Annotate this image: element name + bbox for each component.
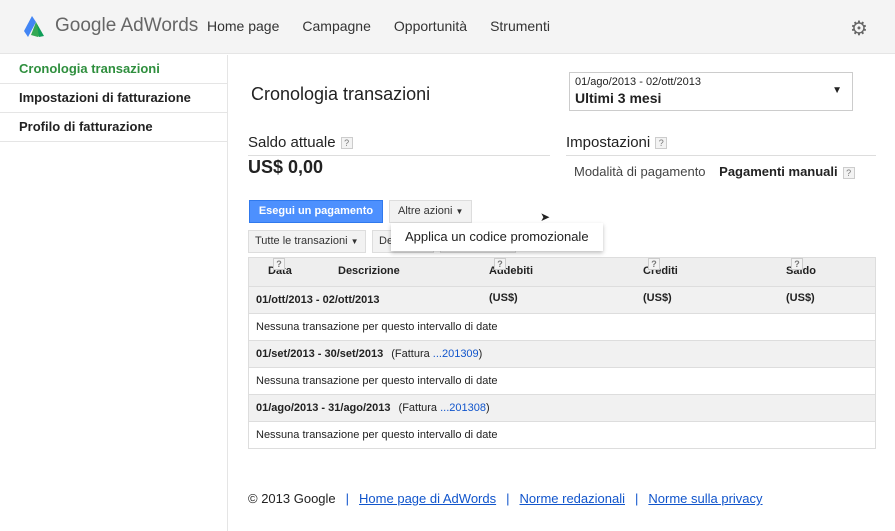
help-icon[interactable]: ? bbox=[340, 137, 353, 150]
transactions-filter[interactable]: Tutte le transazioni ▼ bbox=[248, 230, 366, 253]
separator: | bbox=[506, 491, 510, 506]
date-range-dates: 01/ago/2013 - 02/ott/2013 bbox=[575, 76, 701, 88]
logo-text: Google AdWords bbox=[55, 15, 199, 36]
group-range: 01/set/2013 - 30/set/2013 bbox=[256, 348, 384, 360]
date-range-select[interactable]: 01/ago/2013 - 02/ott/2013 Ultimi 3 mesi … bbox=[569, 72, 853, 111]
footer-link-privacy[interactable]: Norme sulla privacy bbox=[648, 491, 762, 506]
more-actions-button[interactable]: Altre azioni ▼ bbox=[389, 200, 473, 223]
sidebar-item-billing-settings[interactable]: Impostazioni di fatturazione bbox=[0, 84, 227, 113]
footer-link-policies[interactable]: Norme redazionali bbox=[520, 491, 626, 506]
nav-campaigns[interactable]: Campagne bbox=[302, 18, 371, 34]
chevron-down-icon: ▼ bbox=[455, 207, 464, 216]
page-title: Cronologia transazioni bbox=[251, 84, 431, 104]
sidebar-item-billing-profile[interactable]: Profilo di fatturazione bbox=[0, 113, 227, 142]
help-icon[interactable]: ? bbox=[842, 166, 855, 179]
group-row: 01/ago/2013 - 31/ago/2013 (Fattura ...201… bbox=[249, 394, 875, 421]
nav-tools[interactable]: Strumenti bbox=[490, 18, 550, 34]
invoice-prefix: (Fattura bbox=[391, 348, 433, 360]
settings-label: Impostazioni bbox=[566, 134, 651, 151]
table-row: Nessuna transazione per questo intervall… bbox=[249, 367, 875, 394]
separator: | bbox=[345, 491, 350, 506]
invoice-suffix: ) bbox=[485, 402, 490, 414]
group-row: 01/set/2013 - 30/set/2013 (Fattura ...201… bbox=[249, 340, 875, 367]
separator: | bbox=[635, 491, 639, 506]
transactions-table: Data? Descrizione Addebiti (US$)? Credit… bbox=[248, 257, 876, 449]
help-icon[interactable]: ? bbox=[648, 258, 660, 270]
footer: © 2013 Google | Home page di AdWords | Norme… bbox=[248, 491, 763, 506]
sidebar-item-history[interactable]: Cronologia transazioni bbox=[0, 55, 227, 84]
balance-value: US$ 0,00 bbox=[248, 157, 324, 177]
help-icon[interactable]: ? bbox=[494, 258, 506, 270]
chevron-down-icon: ▼ bbox=[350, 237, 359, 246]
logo[interactable]: Google AdWords bbox=[23, 14, 198, 38]
table-row: Nessuna transazione per questo intervall… bbox=[249, 313, 875, 340]
help-icon[interactable]: ? bbox=[655, 137, 668, 150]
invoice-prefix: (Fattura bbox=[398, 402, 441, 414]
invoice-suffix: ) bbox=[478, 348, 483, 360]
adwords-logo-icon bbox=[24, 16, 44, 37]
help-icon[interactable]: ? bbox=[273, 258, 285, 270]
nav-home[interactable]: Home page bbox=[207, 18, 279, 34]
group-row: 01/ott/2013 - 02/ott/2013 bbox=[249, 286, 875, 313]
payment-mode-label: Modalità di pagamento bbox=[574, 164, 706, 179]
nav-opportunities[interactable]: Opportunità bbox=[394, 18, 467, 34]
more-actions-label: Altre azioni bbox=[398, 205, 453, 217]
date-range-label: Ultimi 3 mesi bbox=[575, 90, 662, 106]
table-row: Nessuna transazione per questo intervall… bbox=[249, 421, 875, 448]
invoice-link[interactable]: ...201309 bbox=[433, 348, 479, 360]
filter-label: Tutte le transazioni bbox=[255, 235, 348, 247]
group-range: 01/ott/2013 - 02/ott/2013 bbox=[256, 294, 380, 306]
top-bar: Google AdWords Home page Campagne Opport… bbox=[0, 0, 895, 54]
make-payment-button[interactable]: Esegui un pagamento bbox=[249, 200, 383, 223]
col-description: Descrizione bbox=[338, 265, 400, 277]
table-header: Data? Descrizione Addebiti (US$)? Credit… bbox=[249, 258, 875, 304]
copyright: © 2013 Google bbox=[248, 491, 336, 506]
more-actions-menu: Applica un codice promozionale bbox=[391, 223, 603, 251]
gear-icon[interactable]: ⚙ bbox=[850, 16, 868, 41]
menu-item-apply-promo[interactable]: Applica un codice promozionale bbox=[405, 223, 603, 250]
sidebar: Cronologia transazioni Impostazioni di f… bbox=[0, 55, 228, 531]
payment-mode-value: Pagamenti manuali bbox=[719, 164, 838, 179]
chevron-down-icon: ▼ bbox=[832, 85, 842, 96]
help-icon[interactable]: ? bbox=[791, 258, 803, 270]
footer-link-home[interactable]: Home page di AdWords bbox=[359, 491, 496, 506]
group-range: 01/ago/2013 - 31/ago/2013 bbox=[256, 402, 391, 414]
balance-label: Saldo attuale bbox=[248, 134, 336, 151]
mouse-cursor-icon: ➤ bbox=[540, 210, 551, 224]
invoice-link[interactable]: ...201308 bbox=[440, 402, 486, 414]
